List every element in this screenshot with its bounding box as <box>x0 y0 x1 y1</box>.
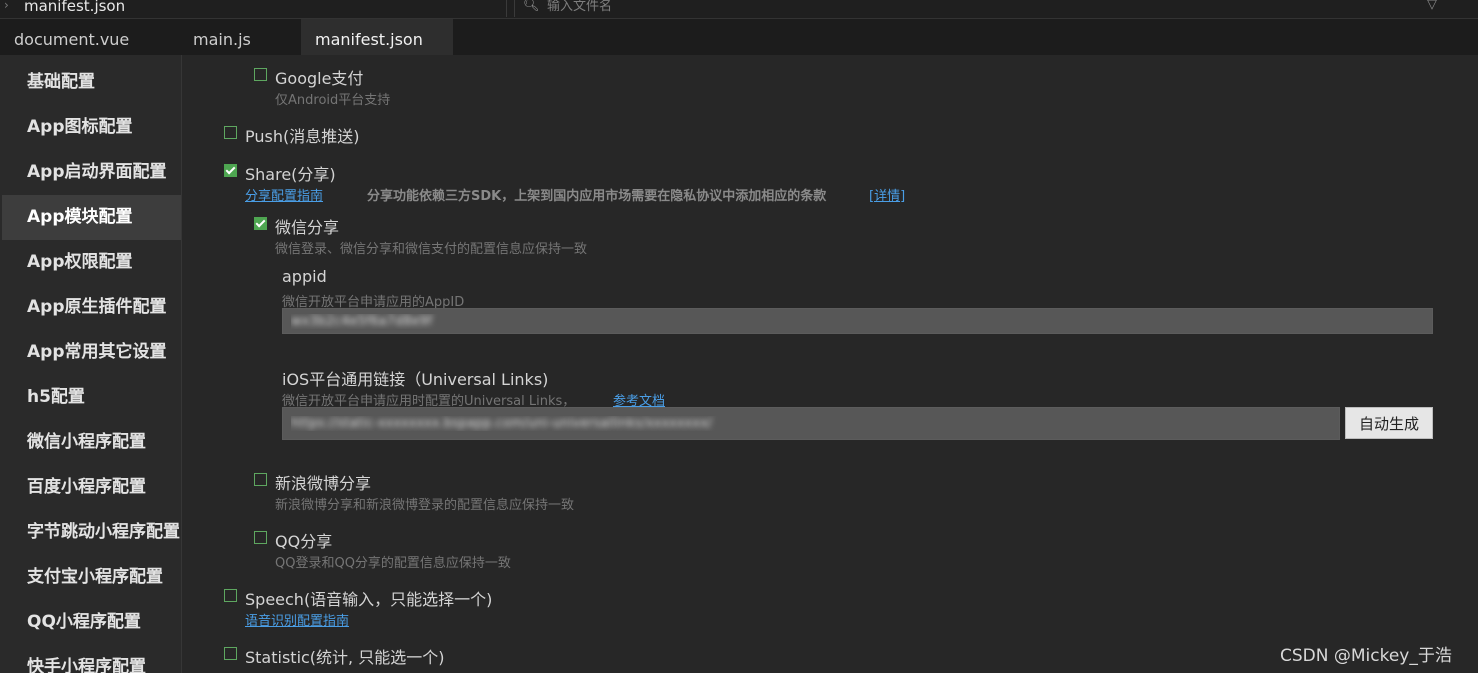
qq-share-checkbox[interactable] <box>254 531 267 544</box>
filter-icon[interactable]: ▽ <box>1427 0 1437 12</box>
tab-document-vue[interactable]: document.vue <box>0 19 178 55</box>
settings-sidebar: 基础配置 App图标配置 App启动界面配置 App模块配置 App权限配置 A… <box>0 55 182 673</box>
share-desc: 分享功能依赖三方SDK，上架到国内应用市场需要在隐私协议中添加相应的条款 <box>367 189 827 204</box>
settings-panel: Google支付 仅Android平台支持 Push(消息推送) Share(分… <box>182 55 1478 673</box>
weibo-share-checkbox[interactable] <box>254 473 267 486</box>
watermark: CSDN @Mickey_于浩 <box>1280 646 1452 666</box>
chevron-right-icon: › <box>4 0 9 12</box>
tab-main-js[interactable]: main.js <box>179 19 301 55</box>
share-details-link[interactable]: [详情] <box>869 185 905 204</box>
google-pay-checkbox[interactable] <box>254 68 267 81</box>
google-pay-label: Google支付 <box>275 69 364 88</box>
breadcrumb-file[interactable]: manifest.json <box>24 0 125 15</box>
sidebar-item-app-permissions[interactable]: App权限配置 <box>2 240 181 285</box>
sidebar-item-app-native-plugins[interactable]: App原生插件配置 <box>2 285 181 330</box>
top-bar: › manifest.json 🔍︎ ▽ <box>0 0 1478 19</box>
share-label: Share(分享) <box>245 165 336 184</box>
sidebar-item-app-modules[interactable]: App模块配置 <box>2 195 181 240</box>
file-search-icon: 🔍︎ <box>523 0 540 13</box>
universal-links-input[interactable] <box>282 407 1340 440</box>
speech-label: Speech(语音输入，只能选择一个) <box>245 590 493 609</box>
share-guide-link[interactable]: 分享配置指南 <box>245 185 323 204</box>
push-checkbox[interactable] <box>224 126 237 139</box>
speech-checkbox[interactable] <box>224 589 237 602</box>
wechat-share-checkbox[interactable] <box>254 217 267 230</box>
weibo-share-desc: 新浪微博分享和新浪微博登录的配置信息应保持一致 <box>275 498 575 513</box>
weibo-share-label: 新浪微博分享 <box>275 474 372 493</box>
universal-links-label: iOS平台通用链接（Universal Links) <box>282 370 549 389</box>
wechat-share-label: 微信分享 <box>275 218 340 237</box>
push-label: Push(消息推送) <box>245 127 360 146</box>
sidebar-item-qq-mp[interactable]: QQ小程序配置 <box>2 600 181 645</box>
qq-share-label: QQ分享 <box>275 532 333 551</box>
file-search-input[interactable] <box>547 0 1407 15</box>
sidebar-item-wechat-mp[interactable]: 微信小程序配置 <box>2 420 181 465</box>
wechat-share-desc: 微信登录、微信分享和微信支付的配置信息应保持一致 <box>275 242 588 257</box>
sidebar-item-h5[interactable]: h5配置 <box>2 375 181 420</box>
statistic-label: Statistic(统计, 只能选一个) <box>245 648 445 667</box>
speech-guide-link[interactable]: 语音识别配置指南 <box>245 610 349 629</box>
sidebar-item-app-splash[interactable]: App启动界面配置 <box>2 150 181 195</box>
sidebar-item-alipay-mp[interactable]: 支付宝小程序配置 <box>2 555 181 600</box>
sidebar-item-bytedance-mp[interactable]: 字节跳动小程序配置 <box>2 510 181 555</box>
share-checkbox[interactable] <box>224 164 237 177</box>
qq-share-desc: QQ登录和QQ分享的配置信息应保持一致 <box>275 556 511 571</box>
appid-input[interactable] <box>282 308 1433 334</box>
appid-label: appid <box>282 267 327 286</box>
sidebar-item-app-icon[interactable]: App图标配置 <box>2 105 181 150</box>
auto-generate-button[interactable]: 自动生成 <box>1345 407 1433 439</box>
sidebar-item-app-other[interactable]: App常用其它设置 <box>2 330 181 375</box>
sidebar-item-baidu-mp[interactable]: 百度小程序配置 <box>2 465 181 510</box>
sidebar-item-basic[interactable]: 基础配置 <box>2 60 181 105</box>
tab-manifest-json[interactable]: manifest.json <box>301 19 453 55</box>
breadcrumb[interactable]: › manifest.json <box>0 0 507 17</box>
editor-tab-bar: document.vue main.js manifest.json <box>0 19 1478 55</box>
google-pay-desc: 仅Android平台支持 <box>275 93 391 108</box>
file-search: 🔍︎ ▽ <box>514 0 1475 17</box>
statistic-checkbox[interactable] <box>224 647 237 660</box>
sidebar-item-kuaishou-mp[interactable]: 快手小程序配置 <box>2 645 181 673</box>
